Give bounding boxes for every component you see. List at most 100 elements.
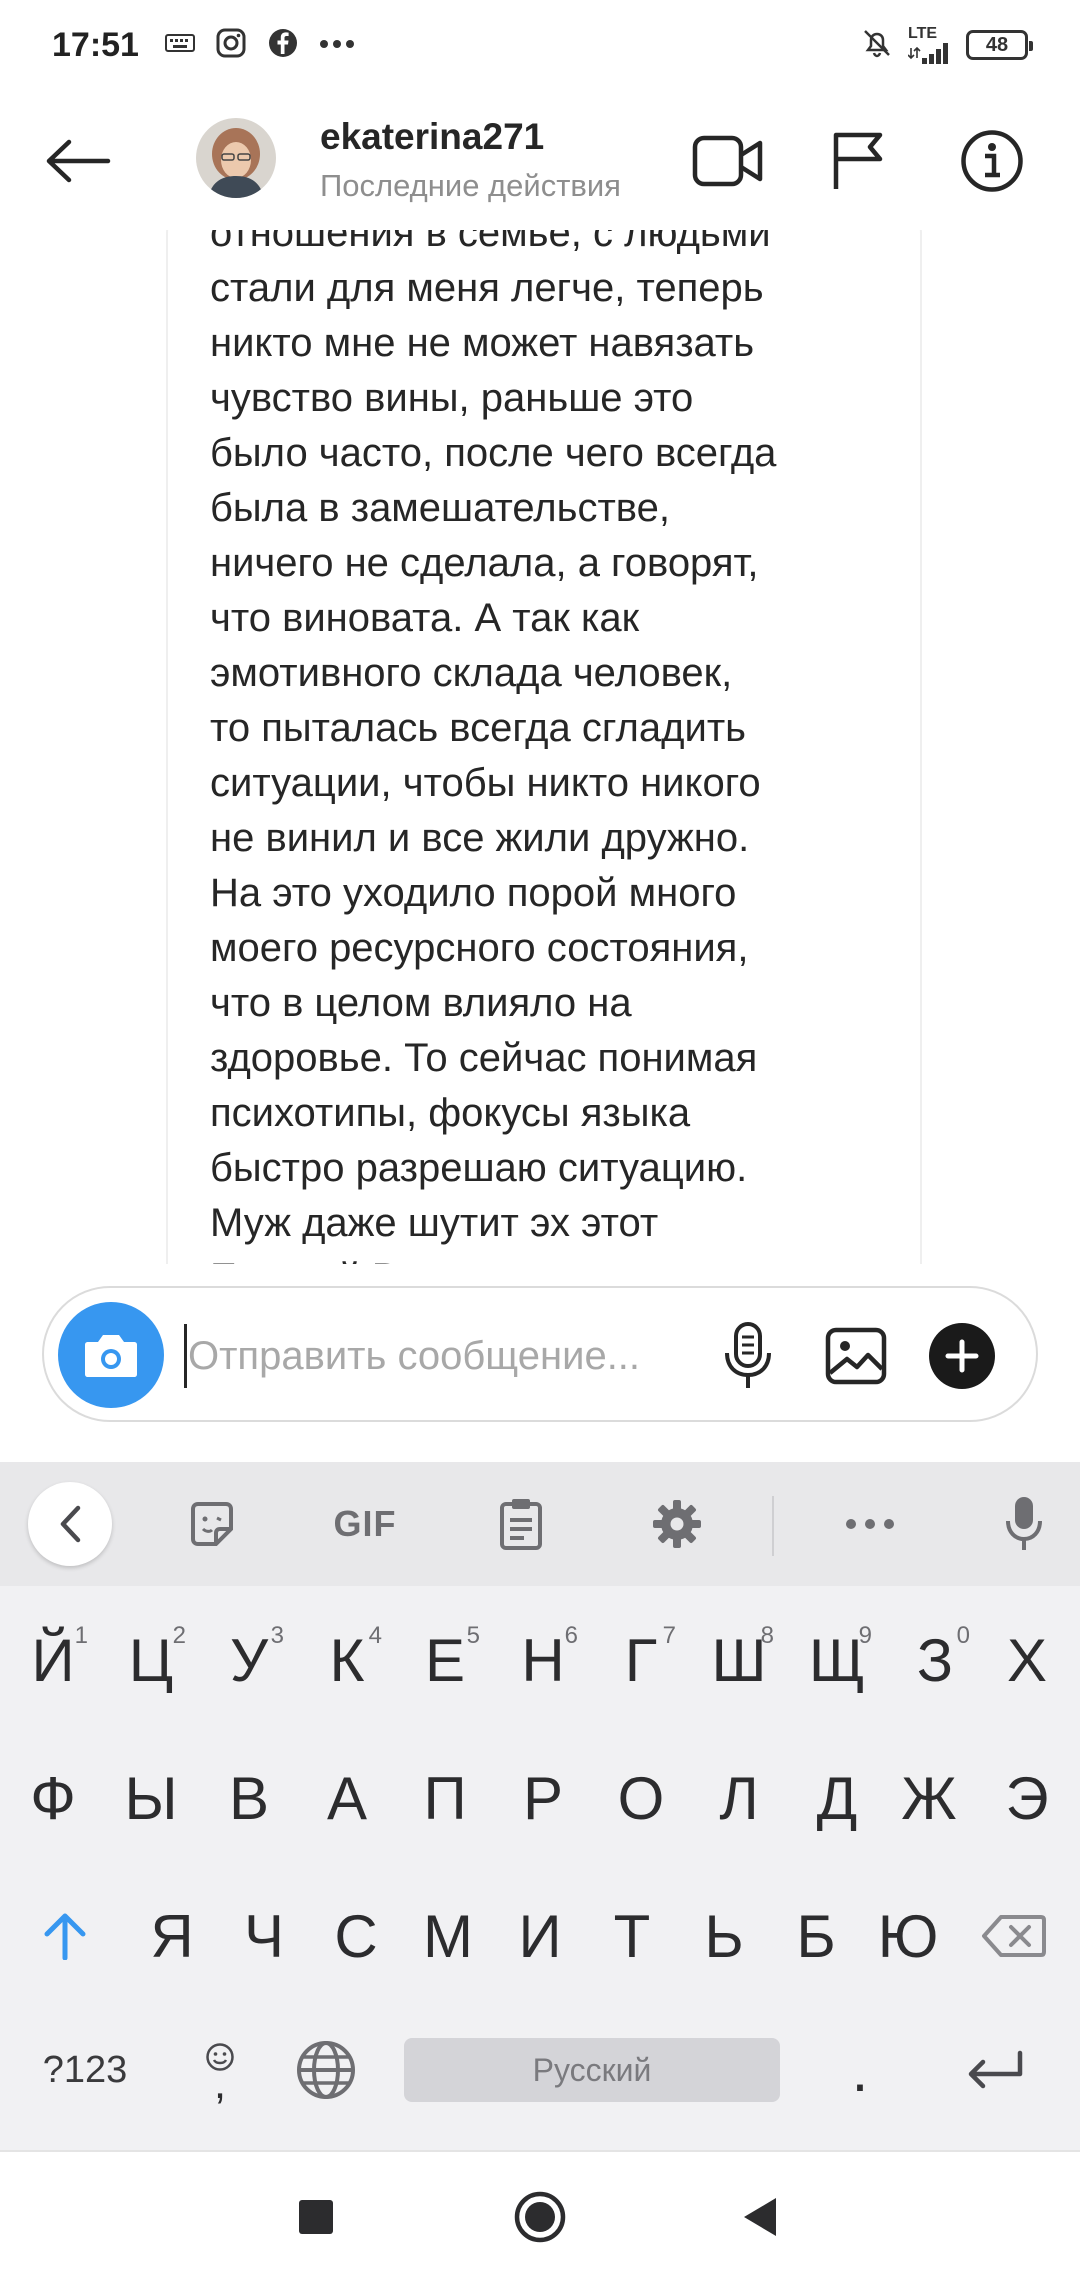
key-label: Ц bbox=[128, 1626, 174, 1694]
key-б[interactable]: Б bbox=[770, 1876, 862, 1996]
report-button[interactable] bbox=[820, 126, 896, 196]
more-notifications-icon bbox=[319, 36, 355, 54]
gear-icon bbox=[653, 1500, 701, 1548]
chat-info-button[interactable] bbox=[954, 126, 1030, 196]
avatar[interactable] bbox=[196, 118, 276, 198]
key-ж[interactable]: Ж bbox=[880, 1738, 978, 1858]
key-ю[interactable]: Ю bbox=[862, 1876, 954, 1996]
message-line: здоровье. То сейчас понимая bbox=[210, 1036, 758, 1080]
key-ь[interactable]: Ь bbox=[678, 1876, 770, 1996]
key-а[interactable]: А bbox=[298, 1738, 396, 1858]
mute-icon bbox=[860, 26, 894, 65]
key-label: Й bbox=[31, 1626, 75, 1694]
chat-username[interactable]: ekaterina271 bbox=[320, 116, 544, 158]
more-horizontal-icon bbox=[846, 1519, 894, 1529]
comma-emoji-key[interactable]: , bbox=[178, 2010, 262, 2130]
message-text: отношения в семье, с людьми стали для ме… bbox=[210, 230, 900, 1264]
system-navigation-bar bbox=[0, 2150, 1080, 2280]
key-д[interactable]: Д bbox=[788, 1738, 886, 1858]
key-ш[interactable]: Ш8 bbox=[690, 1600, 788, 1720]
status-time: 17:51 bbox=[52, 25, 139, 64]
back-navigation-button[interactable] bbox=[720, 2182, 800, 2252]
toolbar-collapse-button[interactable] bbox=[28, 1482, 112, 1566]
camera-button[interactable] bbox=[58, 1302, 164, 1408]
key-й[interactable]: Й1 bbox=[4, 1600, 102, 1720]
key-label: Н bbox=[521, 1626, 565, 1694]
message-line: На это уходило порой много bbox=[210, 871, 737, 915]
key-ц[interactable]: Ц2 bbox=[102, 1600, 200, 1720]
key-щ[interactable]: Щ9 bbox=[788, 1600, 886, 1720]
language-switch-key[interactable] bbox=[278, 2010, 374, 2130]
voice-message-button[interactable] bbox=[708, 1316, 788, 1396]
gallery-button[interactable] bbox=[816, 1316, 896, 1396]
chat-header: ekaterina271 Последние действия bbox=[0, 100, 1080, 220]
key-label: Е bbox=[424, 1626, 466, 1694]
microphone-icon bbox=[1006, 1497, 1042, 1550]
battery-indicator: 48 bbox=[966, 30, 1033, 60]
back-arrow-icon bbox=[46, 139, 111, 183]
globe-icon bbox=[297, 2041, 355, 2099]
key-я[interactable]: Я bbox=[126, 1876, 218, 1996]
key-и[interactable]: И bbox=[494, 1876, 586, 1996]
message-line: что виновата. А так как bbox=[210, 596, 640, 640]
toolbar-divider bbox=[772, 1496, 774, 1556]
key-н[interactable]: Н6 bbox=[494, 1600, 592, 1720]
keyboard-settings-button[interactable] bbox=[634, 1480, 720, 1568]
comma-label: , bbox=[213, 2059, 227, 2108]
key-м[interactable]: М bbox=[402, 1876, 494, 1996]
key-у[interactable]: У3 bbox=[200, 1600, 298, 1720]
key-ф[interactable]: Ф bbox=[4, 1738, 102, 1858]
message-input[interactable] bbox=[188, 1316, 728, 1396]
key-label: Г bbox=[624, 1626, 658, 1694]
back-button[interactable] bbox=[38, 126, 118, 196]
key-hint: 1 bbox=[74, 1622, 88, 1649]
key-с[interactable]: С bbox=[310, 1876, 402, 1996]
chevron-left-icon bbox=[60, 1505, 81, 1543]
key-о[interactable]: О bbox=[592, 1738, 690, 1858]
key-п[interactable]: П bbox=[396, 1738, 494, 1858]
key-л[interactable]: Л bbox=[690, 1738, 788, 1858]
message-thread[interactable]: отношения в семье, с людьми стали для ме… bbox=[0, 230, 1080, 1264]
key-г[interactable]: Г7 bbox=[592, 1600, 690, 1720]
recents-button[interactable] bbox=[276, 2182, 356, 2252]
signal-icon: LTE bbox=[908, 26, 952, 64]
system-status-icons: LTE 48 bbox=[860, 26, 1033, 65]
key-к[interactable]: К4 bbox=[298, 1600, 396, 1720]
sticker-button[interactable] bbox=[170, 1480, 254, 1568]
key-ч[interactable]: Ч bbox=[218, 1876, 310, 1996]
key-е[interactable]: Е5 bbox=[396, 1600, 494, 1720]
message-line: моего ресурсного состояния, bbox=[210, 926, 749, 970]
shift-key[interactable] bbox=[14, 1876, 116, 1996]
key-label: К bbox=[329, 1626, 365, 1694]
key-х[interactable]: Х bbox=[978, 1600, 1076, 1720]
voice-input-button[interactable] bbox=[982, 1480, 1066, 1568]
key-label: З bbox=[916, 1626, 954, 1694]
gif-button[interactable]: GIF bbox=[320, 1480, 410, 1568]
key-т[interactable]: Т bbox=[586, 1876, 678, 1996]
circle-home-icon bbox=[514, 2191, 566, 2243]
period-key[interactable]: . bbox=[810, 2010, 910, 2130]
key-э[interactable]: Э bbox=[978, 1738, 1076, 1858]
message-composer bbox=[42, 1286, 1038, 1422]
video-camera-icon bbox=[692, 135, 763, 187]
message-line: ничего не сделала, а говорят, bbox=[210, 541, 759, 585]
message-line: никто мне не может навязать bbox=[210, 321, 755, 365]
message-line: чувство вины, раньше это bbox=[210, 376, 694, 420]
home-button[interactable] bbox=[500, 2182, 580, 2252]
toolbar-more-button[interactable] bbox=[830, 1480, 910, 1568]
backspace-key[interactable] bbox=[964, 1876, 1064, 1996]
space-key[interactable]: Русский bbox=[404, 2038, 780, 2102]
key-ы[interactable]: Ы bbox=[102, 1738, 200, 1858]
key-hint: 2 bbox=[172, 1622, 186, 1649]
enter-key[interactable] bbox=[940, 2010, 1050, 2130]
symbols-key[interactable]: ?123 bbox=[22, 2010, 148, 2130]
key-label: Х bbox=[1006, 1626, 1048, 1694]
key-з[interactable]: З0 bbox=[886, 1600, 984, 1720]
more-actions-button[interactable] bbox=[922, 1316, 1002, 1396]
backspace-icon bbox=[982, 1915, 1046, 1957]
clipboard-button[interactable] bbox=[478, 1480, 564, 1568]
key-р[interactable]: Р bbox=[494, 1738, 592, 1858]
video-call-button[interactable] bbox=[690, 126, 766, 196]
chat-activity-status: Последние действия bbox=[320, 168, 621, 203]
key-в[interactable]: В bbox=[200, 1738, 298, 1858]
